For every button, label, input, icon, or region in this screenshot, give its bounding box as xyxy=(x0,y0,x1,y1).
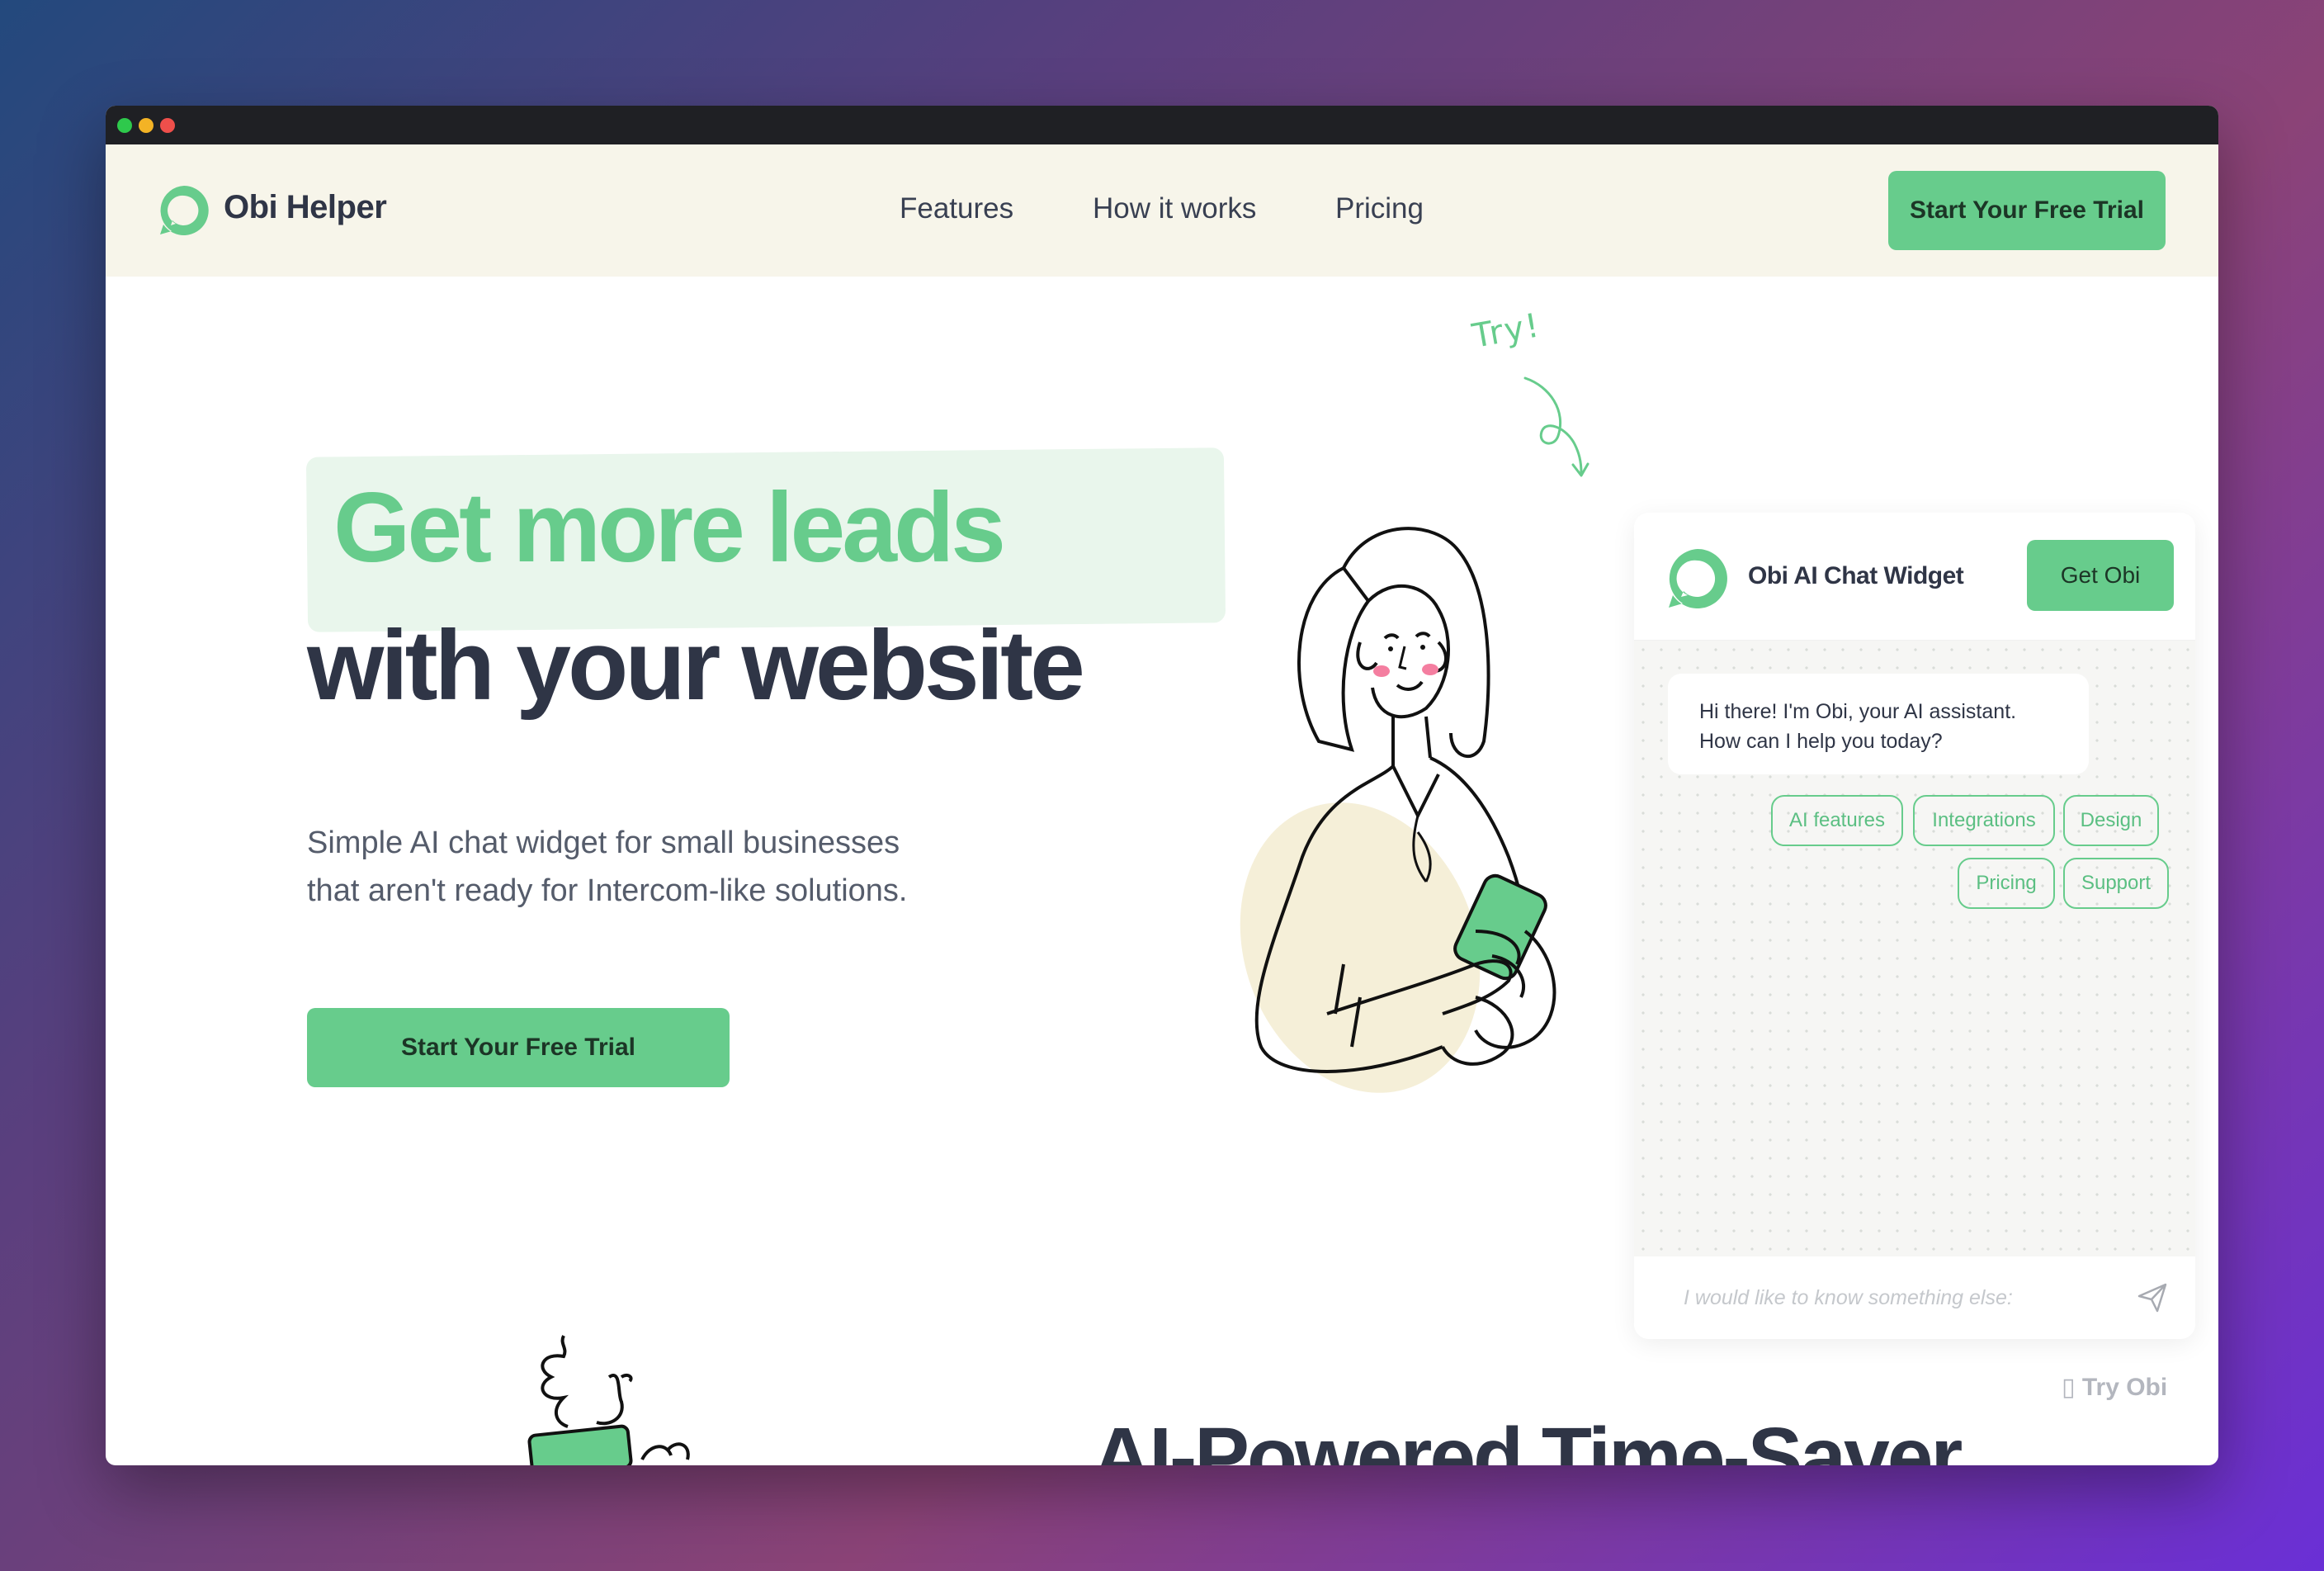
nav-link-features[interactable]: Features xyxy=(900,192,1013,225)
woman-with-phone-illustration xyxy=(1240,527,1556,1093)
chat-widget: Obi AI Chat Widget Get Obi Hi there! I'm… xyxy=(1634,513,2195,1339)
send-icon[interactable] xyxy=(2136,1281,2169,1314)
chat-input-bar xyxy=(1634,1256,2195,1339)
chat-widget-header: Obi AI Chat Widget Get Obi xyxy=(1634,513,2195,641)
chip-ai-features[interactable]: AI features xyxy=(1771,795,1903,846)
chip-integrations[interactable]: Integrations xyxy=(1913,795,2055,846)
curly-arrow-icon xyxy=(1523,376,1589,477)
nav-link-how-it-works[interactable]: How it works xyxy=(1093,192,1256,225)
window-green-dot[interactable] xyxy=(117,118,132,133)
chip-pricing[interactable]: Pricing xyxy=(1958,858,2055,909)
window-yellow-dot[interactable] xyxy=(139,118,154,133)
obi-logo-icon[interactable] xyxy=(157,183,211,238)
try-obi-link[interactable]: ▯ Try Obi xyxy=(2062,1373,2167,1402)
window-red-dot[interactable] xyxy=(160,118,175,133)
get-obi-button[interactable]: Get Obi xyxy=(2027,540,2174,611)
hero-subtext: Simple AI chat widget for small business… xyxy=(307,819,1050,915)
obi-widget-logo-icon xyxy=(1669,549,1727,608)
doodle-illustration xyxy=(527,1335,690,1465)
try-handwritten-label: Try! xyxy=(1469,306,1544,356)
nav-start-trial-button[interactable]: Start Your Free Trial xyxy=(1888,171,2166,250)
greeting-line2: How can I help you today? xyxy=(1699,730,1943,753)
window-titlebar xyxy=(106,106,2218,144)
hero-subtext-line2: that aren't ready for Intercom-like solu… xyxy=(307,873,908,908)
hero-headline-highlight: Get more leads xyxy=(333,472,1006,583)
hero-headline-rest: with your website xyxy=(307,610,1085,721)
chat-message-input[interactable] xyxy=(1684,1281,2113,1314)
browser-window: Obi Helper Features How it works Pricing… xyxy=(106,106,2218,1465)
hero-start-trial-button[interactable]: Start Your Free Trial xyxy=(307,1008,730,1087)
chat-widget-title: Obi AI Chat Widget xyxy=(1748,562,1964,589)
brand-name[interactable]: Obi Helper xyxy=(224,189,387,226)
assistant-greeting-bubble: Hi there! I'm Obi, your AI assistant. Ho… xyxy=(1668,674,2089,774)
chat-message-area: Hi there! I'm Obi, your AI assistant. Ho… xyxy=(1634,641,2195,1256)
section-title: AI-Powered Time-Saver xyxy=(1092,1411,1963,1465)
greeting-line1: Hi there! I'm Obi, your AI assistant. xyxy=(1699,700,2017,723)
hero-subtext-line1: Simple AI chat widget for small business… xyxy=(307,826,900,860)
top-navbar: Obi Helper Features How it works Pricing… xyxy=(106,144,2218,277)
chip-support[interactable]: Support xyxy=(2063,858,2169,909)
chip-design[interactable]: Design xyxy=(2063,795,2159,846)
nav-link-pricing[interactable]: Pricing xyxy=(1335,192,1424,225)
